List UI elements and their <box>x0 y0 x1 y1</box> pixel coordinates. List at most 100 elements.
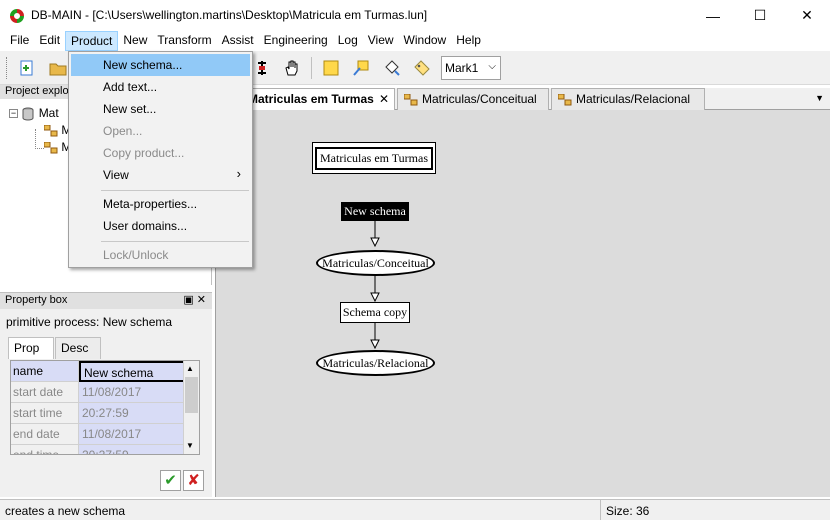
collapse-icon[interactable]: − <box>9 109 18 119</box>
property-box-title: Property box <box>5 294 68 306</box>
diagram-connectors <box>370 221 380 350</box>
schema-icon <box>43 124 58 137</box>
property-box-subtitle: primitive process: New schema <box>6 315 173 329</box>
scroll-down-icon[interactable]: ▼ <box>186 441 194 450</box>
property-value-input[interactable]: New schema <box>79 361 185 382</box>
property-row-end-time[interactable]: end time 20:27:59 <box>11 445 185 454</box>
property-value: 20:27:59 <box>79 403 185 424</box>
menu-help[interactable]: Help <box>451 31 486 51</box>
product-menu-dropdown: New schema... Add text... New set... Ope… <box>68 51 253 268</box>
menu-transform[interactable]: Transform <box>152 31 216 51</box>
status-size: Size: 36 <box>600 500 649 520</box>
maximize-button[interactable]: ☐ <box>737 0 783 31</box>
schema-icon <box>404 94 418 106</box>
menu-separator <box>101 241 249 242</box>
status-message: creates a new schema <box>5 504 126 518</box>
property-row-start-date[interactable]: start date 11/08/2017 <box>11 382 185 403</box>
close-window-button[interactable]: ✕ <box>784 0 830 31</box>
menu-item-view[interactable]: View › <box>71 164 250 186</box>
node-matriculas-conceitual[interactable]: Matriculas/Conceitual <box>316 250 435 276</box>
tab-desc[interactable]: Desc <box>55 337 101 359</box>
menu-assist[interactable]: Assist <box>217 31 259 51</box>
tree-root-row[interactable]: − Mat <box>9 106 59 121</box>
property-key: start time <box>11 403 79 424</box>
tab-label: Matriculas/Relacional <box>576 92 691 106</box>
tab-matriculas-relacional[interactable]: Matriculas/Relacional <box>551 88 705 110</box>
property-value: 11/08/2017 <box>79 424 185 445</box>
property-row-start-time[interactable]: start time 20:27:59 <box>11 403 185 424</box>
property-scrollbar[interactable]: ▲ ▼ <box>183 361 199 454</box>
menu-file[interactable]: File <box>5 31 34 51</box>
mark-select-value: Mark1 <box>445 61 479 75</box>
menu-item-new-schema[interactable]: New schema... <box>71 54 250 76</box>
new-project-icon[interactable] <box>18 59 36 77</box>
menu-item-user-domains[interactable]: User domains... <box>71 215 250 237</box>
node-schema-copy[interactable]: Schema copy <box>340 302 410 323</box>
menu-bar: File Edit Product New Transform Assist E… <box>0 31 830 51</box>
hand-tool-icon[interactable] <box>283 59 301 77</box>
window-title: DB-MAIN - [C:\Users\wellington.martins\D… <box>31 8 428 22</box>
cursor-tool-icon[interactable] <box>253 59 271 77</box>
property-value: 11/08/2017 <box>79 382 185 403</box>
menu-log[interactable]: Log <box>333 31 363 51</box>
property-row-end-date[interactable]: end date 11/08/2017 <box>11 424 185 445</box>
tree-connector <box>35 129 44 149</box>
menu-item-lock-unlock: Lock/Unlock <box>103 248 169 262</box>
toolbar-separator <box>311 57 312 79</box>
menu-engineering[interactable]: Engineering <box>259 31 333 51</box>
ok-button[interactable]: ✔ <box>160 470 181 491</box>
diagram-title-frame[interactable]: Matriculas em Turmas <box>312 142 436 174</box>
node-new-schema[interactable]: New schema <box>341 202 409 221</box>
tab-matriculas-conceitual[interactable]: Matriculas/Conceitual <box>397 88 549 110</box>
menu-item-meta-properties[interactable]: Meta-properties... <box>71 193 250 215</box>
menu-new[interactable]: New <box>118 31 152 51</box>
menu-edit[interactable]: Edit <box>34 31 65 51</box>
node-matriculas-relacional[interactable]: Matriculas/Relacional <box>316 350 435 376</box>
db-main-app-icon <box>10 9 24 23</box>
property-key: name <box>11 361 79 382</box>
document-tabs: Matriculas em Turmas ✕ Matriculas/Concei… <box>215 88 830 110</box>
schema-icon <box>43 141 58 154</box>
tag-icon[interactable] <box>413 59 431 77</box>
title-bar: DB-MAIN - [C:\Users\wellington.martins\D… <box>0 0 830 31</box>
scroll-up-icon[interactable]: ▲ <box>186 364 194 373</box>
menu-product[interactable]: Product <box>65 31 119 51</box>
menu-item-new-set[interactable]: New set... <box>71 98 250 120</box>
property-key: end date <box>11 424 79 445</box>
menu-item-open: Open... <box>103 124 143 138</box>
new-note-icon[interactable] <box>322 59 340 77</box>
minimize-button[interactable]: — <box>690 0 736 31</box>
property-value: 20:27:59 <box>79 445 185 454</box>
mark-select[interactable]: Mark1 ⌵ <box>441 56 501 80</box>
tabs-overflow-icon[interactable]: ▼ <box>815 93 824 103</box>
property-key: start date <box>11 382 79 403</box>
property-key: end time <box>11 445 79 454</box>
chevron-right-icon: › <box>236 166 241 181</box>
tab-prop[interactable]: Prop <box>8 337 54 359</box>
property-box-header: Property box ▣ ✕ <box>0 293 212 309</box>
property-box-panel: Property box ▣ ✕ primitive process: New … <box>0 292 212 497</box>
chevron-down-icon: ⌵ <box>488 61 496 72</box>
paint-tool-icon[interactable] <box>383 59 401 77</box>
menu-window[interactable]: Window <box>399 31 452 51</box>
tree-root-label: Mat <box>38 106 59 120</box>
scroll-thumb[interactable] <box>185 377 198 413</box>
diagram-title: Matriculas em Turmas <box>315 146 433 170</box>
schema-icon <box>558 94 572 106</box>
close-tab-icon[interactable]: ✕ <box>379 92 389 106</box>
menu-separator <box>101 190 249 191</box>
menu-view[interactable]: View <box>363 31 399 51</box>
panel-buttons[interactable]: ▣ ✕ <box>183 293 206 306</box>
cancel-button[interactable]: ✘ <box>183 470 204 491</box>
database-icon <box>22 107 34 121</box>
menu-item-copy-product: Copy product... <box>103 146 185 160</box>
property-row-name[interactable]: name New schema <box>11 361 185 382</box>
open-folder-icon[interactable] <box>49 59 67 77</box>
diagram-canvas[interactable]: Matriculas em Turmas New schema Matricul… <box>215 110 830 497</box>
tab-label: Matriculas em Turmas <box>248 92 374 106</box>
menu-item-add-text[interactable]: Add text... <box>71 76 250 98</box>
tab-matriculas-em-turmas[interactable]: Matriculas em Turmas ✕ <box>241 88 395 110</box>
property-table: name New schema start date 11/08/2017 st… <box>10 360 200 455</box>
insert-element-icon[interactable] <box>352 59 370 77</box>
toolbar-grip[interactable] <box>6 57 8 79</box>
